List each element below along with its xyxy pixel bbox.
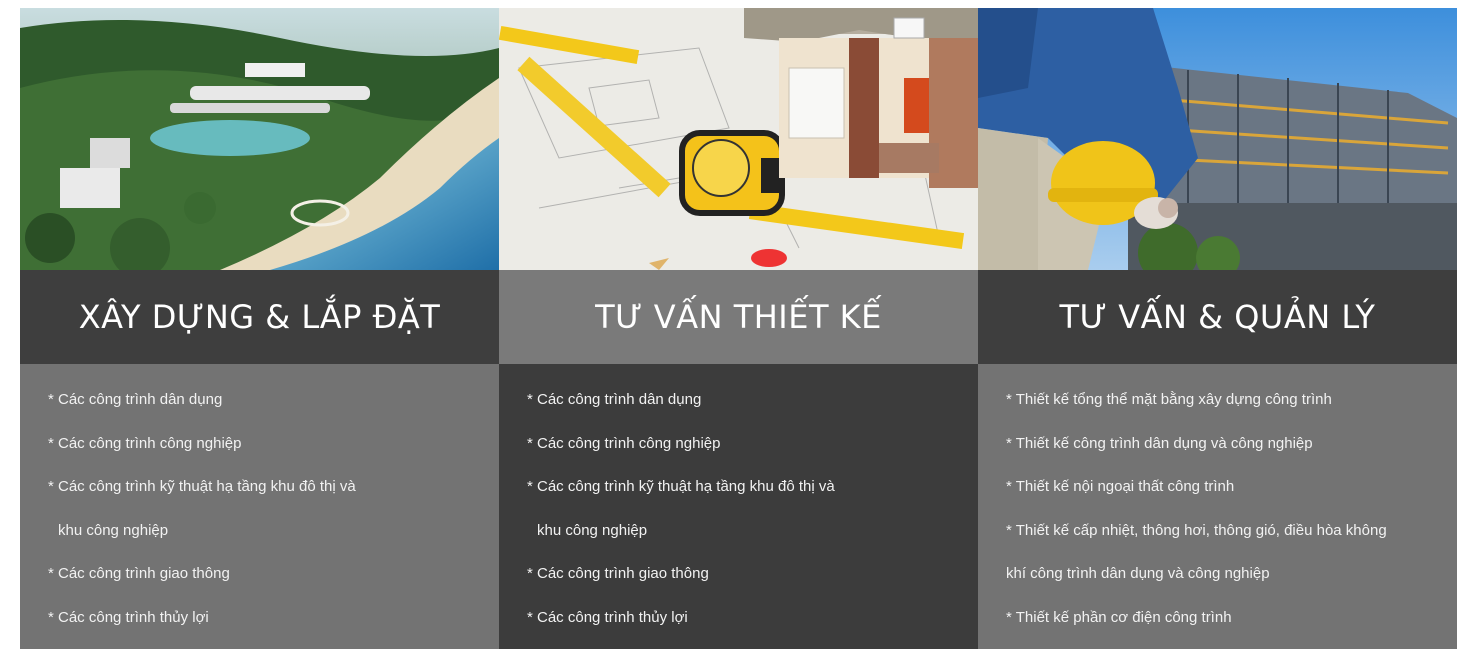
measuring-tape-blueprint-image [499,8,978,270]
panel-title: XÂY DỰNG & LẮP ĐẶT [20,270,499,364]
list-item: * Các công trình giao thông [48,565,230,583]
services-panels: XÂY DỰNG & LẮP ĐẶT * Các công trình dân … [20,8,1457,649]
list-item-continuation: khu công nghiệp [58,521,169,539]
list-item: * Thiết kế phần cơ điện công trình [1006,608,1232,626]
list-item: * Các công trình công nghiệp [48,434,242,452]
list-item-continuation: khu công nghiệp [537,521,648,539]
panel-title: TƯ VẤN & QUẢN LÝ [978,270,1457,364]
panel-management-consulting: TƯ VẤN & QUẢN LÝ * Thiết kế tổng thể mặt… [978,8,1457,649]
list-item: * Các công trình thủy lợi [48,608,209,626]
panel-list: * Các công trình dân dụng * Các công trì… [20,364,499,649]
list-item: * Thiết kế cấp nhiệt, thông hơi, thông g… [1006,521,1387,539]
panel-design-consulting: TƯ VẤN THIẾT KẾ * Các công trình dân dụn… [499,8,978,649]
list-item: * Các công trình thủy lợi [527,608,688,626]
list-item: * Các công trình dân dụng [48,391,223,408]
list-item: * Thiết kế tổng thể mặt bằng xây dựng cô… [1006,391,1332,408]
panel-list: * Các công trình dân dụng * Các công trì… [499,364,978,649]
list-item-continuation: khí công trình dân dụng và công nghiệp [1006,565,1270,583]
worker-hardhat-image [978,8,1457,270]
list-item: * Thiết kế nội ngoại thất công trình [1006,478,1235,496]
panel-construction: XÂY DỰNG & LẮP ĐẶT * Các công trình dân … [20,8,499,649]
list-item: * Các công trình công nghiệp [527,434,721,452]
panel-list: * Thiết kế tổng thể mặt bằng xây dựng cô… [978,364,1457,649]
list-item: * Các công trình kỹ thuật hạ tầng khu đô… [48,478,356,496]
resort-beach-image [20,8,499,270]
list-item: * Thiết kế công trình dân dụng và công n… [1006,434,1313,452]
panel-title: TƯ VẤN THIẾT KẾ [499,270,978,364]
list-item: * Các công trình kỹ thuật hạ tầng khu đô… [527,478,835,496]
list-item: * Các công trình dân dụng [527,391,702,408]
list-item: * Các công trình giao thông [527,565,709,583]
